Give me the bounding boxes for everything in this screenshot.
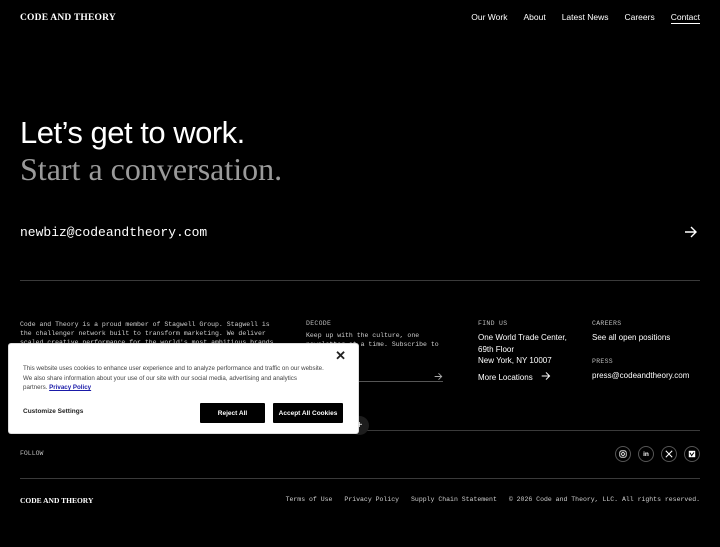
arrow-right-icon[interactable]	[541, 371, 551, 385]
press-label: PRESS	[592, 358, 614, 365]
arrow-right-icon[interactable]	[434, 368, 443, 386]
follow-label: FOLLOW	[20, 450, 44, 457]
divider	[20, 478, 700, 479]
privacy-link[interactable]: Privacy Policy	[344, 496, 399, 503]
vimeo-icon[interactable]	[684, 446, 700, 462]
privacy-policy-link[interactable]: Privacy Policy	[49, 384, 91, 391]
footer-logo[interactable]: CODE AND THEORY	[20, 496, 93, 505]
divider	[20, 280, 700, 281]
x-icon[interactable]	[661, 446, 677, 462]
find-us-label: FIND US	[478, 320, 508, 327]
decode-label: DECODE	[306, 320, 332, 327]
contact-email[interactable]: newbiz@codeandtheory.com	[20, 225, 207, 240]
about-text: Code and Theory is a proud member of Sta…	[20, 321, 278, 346]
nav-link-careers[interactable]: Careers	[624, 12, 654, 24]
nav-link-contact[interactable]: Contact	[670, 12, 700, 24]
social-links: in	[615, 446, 700, 462]
hero-subheadline: Start a conversation.	[20, 151, 283, 187]
close-icon[interactable]: ✕	[335, 348, 346, 364]
cookie-banner: ✕ This website uses cookies to enhance u…	[9, 344, 358, 433]
legal-links: Terms of Use Privacy Policy Supply Chain…	[286, 496, 700, 503]
site-logo[interactable]: CODE AND THEORY	[20, 13, 116, 23]
accept-all-button[interactable]: Accept All Cookies	[273, 403, 343, 423]
more-locations-link[interactable]: More Locations	[478, 371, 551, 385]
address: One World Trade Center, 69th Floor New Y…	[478, 333, 567, 365]
email-row[interactable]: newbiz@codeandtheory.com	[20, 222, 700, 242]
terms-link[interactable]: Terms of Use	[286, 496, 333, 503]
top-nav: CODE AND THEORY Our Work About Latest Ne…	[20, 10, 700, 26]
linkedin-icon[interactable]: in	[638, 446, 654, 462]
supply-chain-link[interactable]: Supply Chain Statement	[411, 496, 497, 503]
hero-headline: Let’s get to work.	[20, 115, 245, 150]
reject-all-button[interactable]: Reject All	[200, 403, 265, 423]
press-email[interactable]: press@codeandtheory.com	[592, 370, 689, 382]
copyright: © 2026 Code and Theory, LLC. All rights …	[508, 496, 700, 503]
arrow-right-icon[interactable]	[682, 223, 700, 241]
instagram-icon[interactable]	[615, 446, 631, 462]
nav-link-latest-news[interactable]: Latest News	[562, 12, 609, 24]
careers-label: CAREERS	[592, 320, 622, 327]
nav-link-about[interactable]: About	[523, 12, 545, 24]
customize-settings-button[interactable]: Customize Settings	[23, 408, 83, 415]
nav-link-our-work[interactable]: Our Work	[471, 12, 507, 24]
cookie-text: This website uses cookies to enhance use…	[23, 365, 324, 391]
hero: Let’s get to work. Start a conversation.	[20, 115, 282, 187]
careers-link[interactable]: See all open positions	[592, 332, 670, 344]
nav-links: Our Work About Latest News Careers Conta…	[471, 12, 700, 24]
